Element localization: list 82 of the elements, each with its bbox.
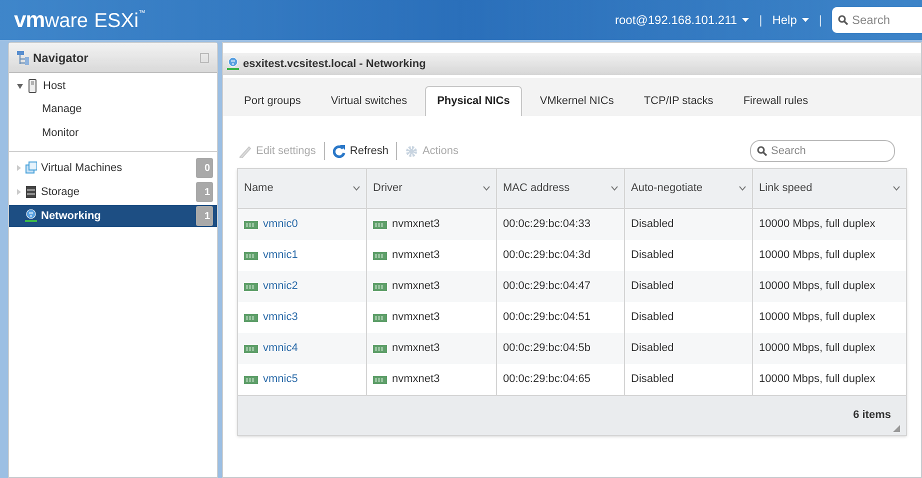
nav-item-label: Storage	[41, 184, 81, 200]
network-card-icon	[244, 344, 258, 354]
user-menu-button[interactable]: root@192.168.101.211	[615, 11, 750, 29]
nav-item[interactable]: Monitor	[9, 121, 217, 145]
network-card-icon	[373, 374, 387, 384]
count-badge: 1	[196, 182, 213, 202]
search-input[interactable]: Search	[852, 11, 922, 29]
logo-mark: vm	[14, 9, 45, 31]
network-card-icon	[244, 220, 258, 230]
nav-item-label: Host	[43, 78, 67, 94]
network-card-icon	[244, 250, 258, 260]
table-cell-text: nvmxnet3	[392, 279, 440, 294]
logo-word: ware	[44, 11, 88, 31]
tab[interactable]: Virtual switches	[320, 86, 418, 116]
table-cell-text: nvmxnet3	[392, 248, 440, 264]
nic-link[interactable]: vmnic5	[263, 371, 298, 388]
nic-link[interactable]: vmnic0	[263, 216, 298, 233]
chevron-down-icon	[611, 186, 618, 191]
nav-item[interactable]: Virtual Machines 0	[9, 157, 217, 179]
table-cell-text: nvmxnet3	[392, 310, 440, 326]
network-icon	[25, 209, 37, 223]
network-card-icon	[244, 282, 258, 292]
column-header[interactable]: Name	[238, 169, 366, 208]
count-badge: 0	[196, 158, 213, 178]
host-icon	[27, 79, 39, 93]
caret-icon	[802, 18, 809, 22]
item-count: 6 items	[853, 408, 891, 424]
network-card-icon	[373, 344, 387, 354]
menu-separator: |	[818, 12, 822, 29]
column-header[interactable]: Auto-negotiate	[624, 169, 752, 208]
column-header[interactable]: MAC address	[496, 169, 624, 208]
table-cell-text: nvmxnet3	[392, 341, 440, 356]
nav-item[interactable]: Host	[9, 75, 217, 97]
search-icon	[757, 146, 767, 156]
tab[interactable]: TCP/IP stacks	[632, 86, 724, 116]
search-field[interactable]: Search	[750, 140, 895, 162]
caret-icon	[742, 18, 750, 22]
nic-link[interactable]: vmnic1	[263, 247, 298, 264]
nic-link[interactable]: vmnic2	[263, 278, 298, 295]
help-menu-button[interactable]: Help	[772, 11, 809, 29]
nic-link[interactable]: vmnic4	[263, 340, 298, 357]
column-header[interactable]: Driver	[366, 169, 496, 208]
gear-icon	[405, 144, 418, 158]
nav-item[interactable]: Manage	[9, 97, 217, 121]
storage-icon	[25, 185, 37, 199]
tab[interactable]: Firewall rules	[732, 86, 820, 116]
chevron-down-icon	[893, 186, 900, 191]
panel-title: esxitest.vcsitest.local - Networking	[243, 56, 426, 72]
chevron-down-icon	[353, 186, 360, 191]
search-input[interactable]: Search	[771, 142, 881, 160]
network-card-icon	[244, 374, 258, 384]
nav-item-label: Virtual Machines	[41, 160, 124, 176]
toolbar-button[interactable]: Refresh	[332, 142, 388, 160]
table-cell-text: nvmxnet3	[392, 217, 440, 232]
panel-title: Navigator	[33, 50, 90, 66]
tab[interactable]: VMkernel NICs	[528, 86, 625, 116]
nav-item[interactable]: Networking 1	[9, 205, 217, 227]
column-header[interactable]: Link speed	[752, 169, 906, 208]
nav-item[interactable]: Storage 1	[9, 181, 217, 203]
network-card-icon	[373, 220, 387, 230]
nic-link[interactable]: vmnic3	[263, 309, 298, 326]
network-card-icon	[373, 250, 387, 260]
tab[interactable]: Port groups	[233, 86, 312, 116]
table-cell-text: nvmxnet3	[392, 372, 440, 388]
chevron-down-icon	[483, 186, 490, 191]
pencil-icon	[239, 144, 252, 158]
chevron-down-icon	[739, 186, 746, 191]
count-badge: 1	[196, 206, 213, 226]
tab[interactable]: Physical NICs	[425, 86, 522, 116]
product-name: ESXi	[94, 11, 139, 31]
refresh-icon	[332, 144, 346, 158]
virtual-machines-icon	[25, 161, 37, 175]
search-icon	[838, 15, 848, 25]
network-card-icon	[373, 312, 387, 322]
search-field[interactable]: Search	[832, 7, 922, 33]
network-card-icon	[373, 282, 387, 292]
navigator-icon	[17, 50, 29, 64]
nav-item-label: Networking	[41, 208, 102, 224]
resize-grip-icon	[893, 425, 900, 432]
globe-icon	[227, 57, 239, 71]
network-card-icon	[244, 312, 258, 322]
menu-separator: |	[759, 12, 762, 29]
